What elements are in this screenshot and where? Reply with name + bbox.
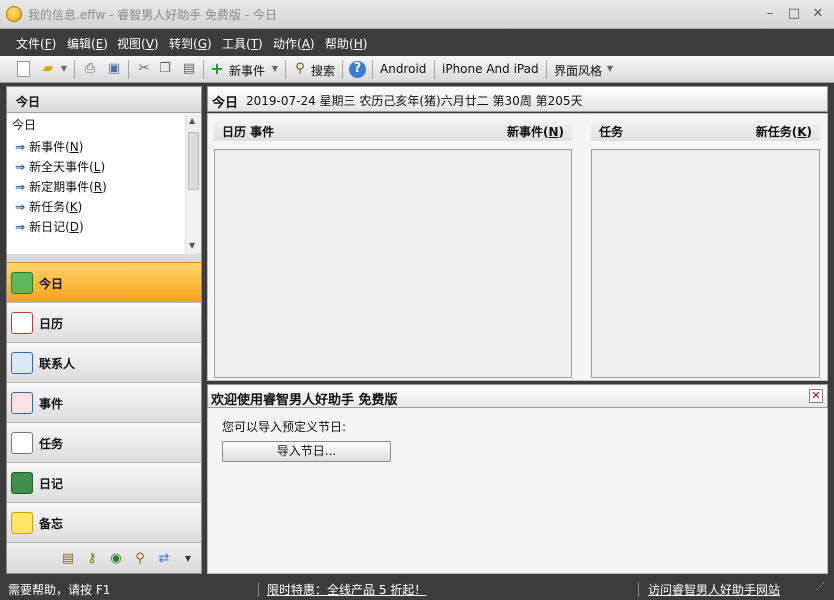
help-icon[interactable]: ? (349, 61, 366, 78)
welcome-body: 您可以导入预定义节日: 导入节日... (207, 408, 828, 574)
open-folder-icon[interactable]: ▰ (40, 61, 56, 77)
left-panel: 今日 今日 ⇒ 新事件(N) ⇒ 新全天事件(L) ⇒ 新定期事件(R) ⇒ 新任务(K… (6, 86, 202, 574)
today-title: 今日 (212, 96, 239, 111)
window-title: 我的信息.effw - 睿智男人好助手 免费版 - 今日 (28, 8, 278, 22)
menu-tools[interactable]: 工具(T) (222, 35, 263, 52)
toolbar: ▰ ▼ ⎙ ▣ ✂ ❐ ▤ + 新事件 ▼ ⚲ 搜索 ? Android iPh… (0, 56, 834, 83)
calendar-section-header: 日历 事件 新事件(N) (214, 119, 572, 141)
today-date-info: 2019-07-24 星期三 农历己亥年(猪)六月廿二 第30周 第205天 (246, 94, 583, 108)
welcome-header: 欢迎使用睿智男人好助手 免费版 ✕ (207, 384, 828, 408)
scroll-down-icon[interactable]: ▼ (189, 241, 195, 250)
tasks-checklist-icon (11, 432, 33, 454)
print-preview-icon[interactable]: ▣ (106, 61, 122, 77)
welcome-close-icon[interactable]: ✕ (809, 389, 823, 403)
sync-icon[interactable]: ⇄ (156, 551, 172, 567)
list-title: 今日 (12, 118, 37, 132)
calendar-section-title: 日历 事件 (222, 125, 275, 139)
nav-calendar[interactable]: 日历 (7, 302, 201, 342)
arrow-icon: ⇒ (15, 200, 26, 214)
scroll-thumb[interactable] (188, 132, 199, 190)
menu-goto[interactable]: 转到(G) (169, 35, 212, 52)
action-new-event[interactable]: ⇒ 新事件(N) (15, 138, 83, 155)
diary-book-icon (11, 472, 33, 494)
status-help-text: 需要帮助，请按 F1 (8, 583, 111, 597)
tasks-section-title: 任务 (599, 125, 624, 139)
sticky-note-icon (11, 512, 33, 534)
arrow-icon: ⇒ (15, 160, 26, 174)
nav-events[interactable]: 事件 (7, 382, 201, 422)
folder-list-icon[interactable]: ▤ (60, 551, 76, 567)
today-action-list: 今日 ⇒ 新事件(N) ⇒ 新全天事件(L) ⇒ 新定期事件(R) ⇒ 新任务(K) ⇒… (7, 114, 201, 254)
iphone-ipad-button[interactable]: iPhone And iPad (442, 62, 539, 76)
copy-icon[interactable]: ❐ (157, 61, 173, 77)
welcome-text: 您可以导入预定义节日: (222, 420, 347, 434)
android-button[interactable]: Android (380, 62, 426, 76)
today-overview: 日历 事件 新事件(N) 任务 新任务(K) (207, 113, 828, 381)
menu-bar: 文件(F) 编辑(E) 视图(V) 转到(G) 工具(T) 动作(A) 帮助(H… (0, 29, 834, 56)
home-icon (11, 272, 33, 294)
action-new-task[interactable]: ⇒ 新任务(K) (15, 198, 82, 215)
nav-notes[interactable]: 备忘 (7, 502, 201, 542)
tasks-section-header: 任务 新任务(K) (591, 119, 820, 141)
configure-dropdown-icon[interactable]: ▼ (180, 551, 196, 567)
arrow-icon: ⇒ (15, 140, 26, 154)
arrow-icon: ⇒ (15, 220, 26, 234)
close-window-button[interactable]: ✕ (807, 5, 829, 23)
key-icon[interactable]: ⚷ (84, 551, 100, 567)
tasks-new-task-link[interactable]: 新任务(K) (756, 123, 812, 140)
nav-tasks[interactable]: 任务 (7, 422, 201, 462)
search-icon[interactable]: ⚲ (292, 61, 308, 77)
title-bar: 我的信息.effw - 睿智男人好助手 免费版 - 今日 – □ ✕ (0, 0, 834, 29)
action-new-diary[interactable]: ⇒ 新日记(D) (15, 218, 84, 235)
theme-button[interactable]: 界面风格 (554, 62, 602, 79)
menu-actions[interactable]: 动作(A) (273, 35, 315, 52)
menu-edit[interactable]: 编辑(E) (67, 35, 108, 52)
nav-diary[interactable]: 日记 (7, 462, 201, 502)
new-event-button[interactable]: 新事件 (229, 62, 265, 79)
calendar-event-list[interactable] (214, 149, 572, 378)
status-bar: 需要帮助，请按 F1 限时特惠：全线产品 5 折起！ 访问睿智男人好助手网站 ⋰ (0, 578, 834, 600)
contacts-icon (11, 352, 33, 374)
arrow-icon: ⇒ (15, 180, 26, 194)
import-holidays-button[interactable]: 导入节日... (222, 441, 391, 462)
scroll-up-icon[interactable]: ▲ (189, 116, 195, 125)
task-list[interactable] (591, 149, 820, 378)
action-new-allday-event[interactable]: ⇒ 新全天事件(L) (15, 158, 105, 175)
minimize-button[interactable]: – (759, 5, 781, 23)
globe-icon[interactable]: ◉ (108, 551, 124, 567)
maximize-button[interactable]: □ (783, 5, 805, 23)
print-icon[interactable]: ⎙ (82, 61, 98, 77)
welcome-title: 欢迎使用睿智男人好助手 免费版 (211, 393, 398, 408)
nav-contacts[interactable]: 联系人 (7, 342, 201, 382)
nav-shortcut-bar: ▤ ⚷ ◉ ⚲ ⇄ ▼ (7, 542, 201, 573)
theme-dropdown-icon[interactable]: ▼ (605, 61, 615, 77)
events-icon (11, 392, 33, 414)
today-header-bar: 今日 2019-07-24 星期三 农历己亥年(猪)六月廿二 第30周 第205… (207, 86, 828, 112)
app-logo-icon (6, 6, 22, 22)
calendar-new-event-link[interactable]: 新事件(N) (507, 123, 564, 140)
menu-view[interactable]: 视图(V) (117, 35, 159, 52)
new-document-icon[interactable] (17, 61, 30, 77)
today-panel-header: 今日 (7, 87, 201, 113)
calendar-icon (11, 312, 33, 334)
list-scrollbar[interactable]: ▲ ▼ (185, 114, 201, 254)
find-icon[interactable]: ⚲ (132, 551, 148, 567)
menu-help[interactable]: 帮助(H) (325, 35, 367, 52)
paste-icon[interactable]: ▤ (181, 61, 197, 77)
new-event-dropdown-icon[interactable]: ▼ (270, 61, 280, 77)
cut-icon[interactable]: ✂ (136, 61, 152, 77)
resize-grip-icon[interactable]: ⋰ (816, 582, 825, 592)
open-dropdown-icon[interactable]: ▼ (59, 61, 69, 77)
add-icon[interactable]: + (209, 61, 225, 77)
action-new-recurring-event[interactable]: ⇒ 新定期事件(R) (15, 178, 107, 195)
promo-link[interactable]: 限时特惠：全线产品 5 折起！ (267, 581, 426, 598)
nav-today[interactable]: 今日 (7, 262, 201, 302)
menu-file[interactable]: 文件(F) (16, 35, 56, 52)
panel-splitter[interactable] (7, 254, 201, 262)
visit-website-link[interactable]: 访问睿智男人好助手网站 (648, 581, 780, 598)
search-button[interactable]: 搜索 (311, 62, 335, 79)
